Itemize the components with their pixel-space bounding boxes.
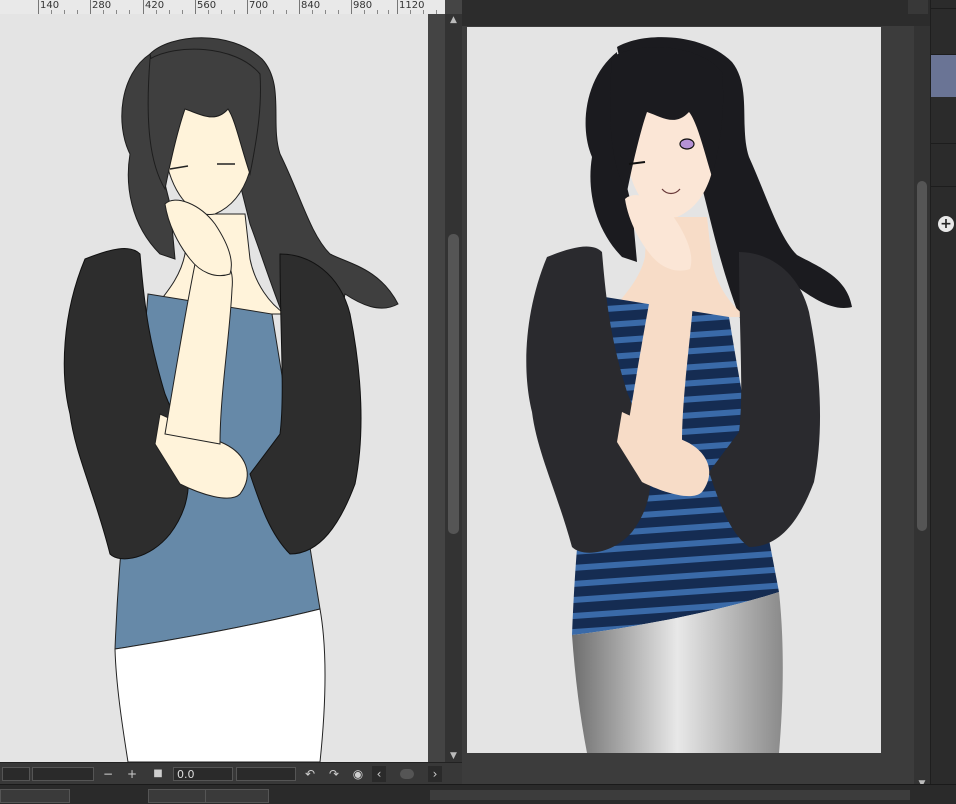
rotation-slider[interactable]	[236, 767, 296, 781]
next-canvas-button[interactable]: ›	[428, 766, 442, 782]
scroll-position-field[interactable]	[2, 767, 30, 781]
rotation-angle-value: 0.0	[177, 768, 195, 781]
rotation-angle-field[interactable]: 0.0	[173, 767, 233, 781]
ruler-label: 840	[301, 0, 321, 11]
bottom-horizontal-scrollbar[interactable]	[430, 790, 910, 800]
side-panel	[930, 0, 956, 803]
scrollbar-thumb[interactable]	[917, 181, 927, 531]
prev-canvas-button[interactable]: ‹	[372, 766, 386, 782]
ruler-label: 420	[145, 0, 165, 11]
scrollbar-thumb[interactable]	[448, 234, 459, 534]
left-vertical-scrollbar[interactable]: ▲ ▼	[445, 14, 462, 762]
panel-divider	[931, 186, 956, 187]
zoom-out-button[interactable]: −	[100, 766, 116, 782]
add-icon[interactable]: +	[938, 216, 954, 232]
right-vertical-scrollbar[interactable]: ▼	[914, 26, 930, 790]
bottom-field[interactable]	[0, 789, 70, 803]
rotate-right-icon[interactable]: ↷	[326, 766, 342, 782]
navigator-thumb[interactable]	[400, 769, 414, 779]
bottom-slider[interactable]	[205, 789, 269, 803]
right-window-titlebar	[462, 0, 930, 27]
canvas-status-bar: − + ■ 0.0 ↶ ↷ ◉ ‹ ›	[0, 762, 462, 785]
ruler-label: 700	[249, 0, 269, 11]
bottom-field[interactable]	[148, 789, 206, 803]
right-canvas-paper[interactable]	[467, 27, 881, 753]
panel-tab-active[interactable]	[931, 55, 956, 97]
rendered-illustration	[526, 37, 852, 753]
ruler-label: 560	[197, 0, 217, 11]
window-corner	[908, 0, 928, 14]
panel-divider	[931, 143, 956, 144]
zoom-slider[interactable]	[32, 767, 94, 781]
ruler-label: 1120	[399, 0, 425, 11]
bottom-status-strip	[0, 784, 956, 804]
horizontal-ruler[interactable]: 140 280 420 560 700 840 980 1120	[0, 0, 445, 15]
ruler-label: 280	[92, 0, 112, 11]
flat-color-illustration	[63, 37, 399, 763]
reset-rotation-icon[interactable]: ◉	[350, 766, 366, 782]
zoom-in-button[interactable]: +	[124, 766, 140, 782]
ruler-label: 980	[353, 0, 373, 11]
panel-divider	[931, 8, 956, 9]
left-canvas-paper[interactable]	[0, 14, 428, 763]
scroll-down-icon[interactable]: ▼	[445, 750, 462, 762]
fit-to-window-button[interactable]: ■	[150, 766, 166, 782]
ruler-corner	[445, 0, 462, 14]
rotate-left-icon[interactable]: ↶	[302, 766, 318, 782]
ruler-label: 140	[40, 0, 60, 11]
scroll-up-icon[interactable]: ▲	[445, 14, 462, 26]
